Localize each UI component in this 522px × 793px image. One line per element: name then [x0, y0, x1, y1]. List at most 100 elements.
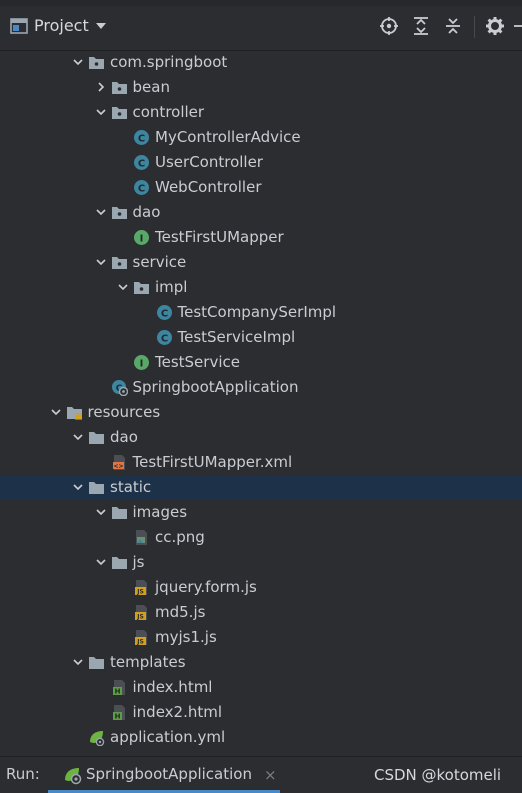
- svg-text:C: C: [138, 184, 145, 195]
- package-icon: [111, 254, 128, 271]
- class-icon: C: [133, 179, 150, 196]
- xml-icon: <>: [111, 454, 128, 471]
- package-icon: [111, 79, 128, 96]
- tree-item[interactable]: <> TestFirstUMapper.xml: [0, 450, 522, 475]
- collapsed-chevron-icon[interactable]: [95, 81, 107, 93]
- tree-item-label: com.springboot: [110, 53, 228, 71]
- folder-icon: [111, 504, 128, 521]
- svg-text:C: C: [160, 334, 167, 345]
- tree-item-label: js: [132, 553, 145, 571]
- tree-item[interactable]: com.springboot: [0, 50, 522, 75]
- tree-item[interactable]: dao: [0, 425, 522, 450]
- resources-folder-icon: [66, 404, 83, 421]
- tree-item[interactable]: dao: [0, 200, 522, 225]
- tree-item[interactable]: C TestServiceImpl: [0, 325, 522, 350]
- folder-icon: [88, 654, 105, 671]
- expand-all-icon[interactable]: [411, 16, 431, 36]
- expanded-chevron-icon[interactable]: [72, 56, 84, 68]
- package-icon: [111, 204, 128, 221]
- expanded-chevron-icon[interactable]: [95, 206, 107, 218]
- project-view-icon[interactable]: [9, 16, 29, 36]
- tree-item[interactable]: resources: [0, 400, 522, 425]
- image-icon: [133, 529, 150, 546]
- tree-item[interactable]: C UserController: [0, 150, 522, 175]
- expanded-chevron-icon[interactable]: [95, 556, 107, 568]
- tree-item[interactable]: cc.png: [0, 525, 522, 550]
- run-tab-label: SpringbootApplication: [86, 765, 252, 783]
- tree-item[interactable]: images: [0, 500, 522, 525]
- tree-item-label: cc.png: [155, 528, 205, 546]
- tree-item[interactable]: bean: [0, 75, 522, 100]
- tree-item-label: TestCompanySerImpl: [177, 303, 337, 321]
- package-icon: [111, 104, 128, 121]
- tree-item-label: MyControllerAdvice: [155, 128, 301, 146]
- tree-item-label: images: [132, 503, 188, 521]
- expanded-chevron-icon[interactable]: [72, 481, 84, 493]
- hide-icon[interactable]: [512, 16, 522, 36]
- tree-item[interactable]: I TestService: [0, 350, 522, 375]
- tree-item[interactable]: JS myjs1.js: [0, 625, 522, 650]
- tree-item[interactable]: JS md5.js: [0, 600, 522, 625]
- js-icon: JS: [133, 579, 150, 596]
- js-icon: JS: [133, 629, 150, 646]
- folder-icon: [111, 554, 128, 571]
- toolbar-separator: [474, 16, 475, 38]
- svg-text:<>: <>: [113, 463, 123, 470]
- tree-item[interactable]: JS jquery.form.js: [0, 575, 522, 600]
- tree-item-label: bean: [132, 78, 170, 96]
- tree-item[interactable]: controller: [0, 100, 522, 125]
- html-icon: H: [111, 679, 128, 696]
- svg-text:I: I: [140, 234, 144, 245]
- project-tree[interactable]: com.springboot bean controller C MyControlle…: [0, 50, 522, 756]
- tree-item[interactable]: Hindex2.html: [0, 700, 522, 725]
- run-label: Run:: [6, 765, 40, 783]
- tree-item[interactable]: C TestCompanySerImpl: [0, 300, 522, 325]
- package-icon: [133, 279, 150, 296]
- tree-item[interactable]: C MyControllerAdvice: [0, 125, 522, 150]
- panel-title[interactable]: Project: [34, 16, 89, 35]
- collapse-all-icon[interactable]: [443, 16, 463, 36]
- expanded-chevron-icon[interactable]: [117, 281, 129, 293]
- tree-item-label: service: [132, 253, 187, 271]
- svg-text:C: C: [138, 159, 145, 170]
- tree-item[interactable]: service: [0, 250, 522, 275]
- expanded-chevron-icon[interactable]: [95, 256, 107, 268]
- tree-item[interactable]: Hindex.html: [0, 675, 522, 700]
- js-icon: JS: [133, 604, 150, 621]
- tree-item-label: controller: [132, 103, 205, 121]
- class-icon: C: [156, 304, 173, 321]
- tree-item[interactable]: C SpringbootApplication: [0, 375, 522, 400]
- yml-icon: [88, 729, 105, 747]
- class-icon: C: [156, 329, 173, 346]
- svg-text:I: I: [140, 359, 144, 370]
- close-run-tab-icon[interactable]: ×: [264, 766, 277, 784]
- tree-item[interactable]: templates: [0, 650, 522, 675]
- run-tab[interactable]: SpringbootApplication: [48, 757, 280, 793]
- tree-item-label: application.yml: [110, 728, 226, 746]
- expanded-chevron-icon[interactable]: [72, 431, 84, 443]
- watermark-text: CSDN @kotomeli: [374, 766, 502, 784]
- tree-item[interactable]: I TestFirstUMapper: [0, 225, 522, 250]
- expanded-chevron-icon[interactable]: [95, 106, 107, 118]
- window-top-strip: [0, 0, 522, 6]
- expanded-chevron-icon[interactable]: [95, 506, 107, 518]
- svg-text:H: H: [114, 688, 120, 696]
- tree-item[interactable]: js: [0, 550, 522, 575]
- tree-item[interactable]: application.yml: [0, 725, 522, 750]
- tree-item-label: TestFirstUMapper.xml: [132, 453, 293, 471]
- expanded-chevron-icon[interactable]: [72, 656, 84, 668]
- tree-item[interactable]: C WebController: [0, 175, 522, 200]
- dropdown-arrow-icon[interactable]: [94, 19, 108, 33]
- svg-text:JS: JS: [136, 639, 144, 646]
- package-icon: [88, 54, 105, 71]
- tree-item-label: static: [110, 478, 152, 496]
- tree-item-label: resources: [87, 403, 161, 421]
- expanded-chevron-icon[interactable]: [50, 406, 62, 418]
- tree-item-label: TestService: [155, 353, 240, 371]
- tree-item-label: index2.html: [132, 703, 223, 721]
- locate-icon[interactable]: [379, 16, 399, 36]
- tree-item-label: myjs1.js: [155, 628, 217, 646]
- settings-icon[interactable]: [485, 16, 505, 36]
- tree-item[interactable]: impl: [0, 275, 522, 300]
- tree-item[interactable]: static: [0, 475, 522, 500]
